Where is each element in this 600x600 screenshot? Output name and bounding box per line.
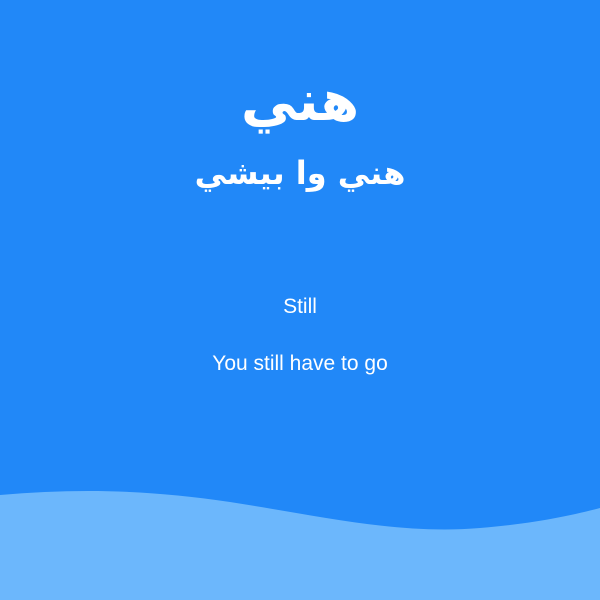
decorative-wave (0, 490, 600, 600)
english-meaning: Still (283, 295, 317, 318)
word-card: هني هني وا بيشي Still You still have to … (0, 0, 600, 600)
wave-shape (0, 490, 600, 600)
example-sentence: You still have to go (212, 352, 388, 375)
arabic-word: هني (240, 69, 360, 134)
arabic-phrase: هني وا بيشي (194, 154, 406, 192)
